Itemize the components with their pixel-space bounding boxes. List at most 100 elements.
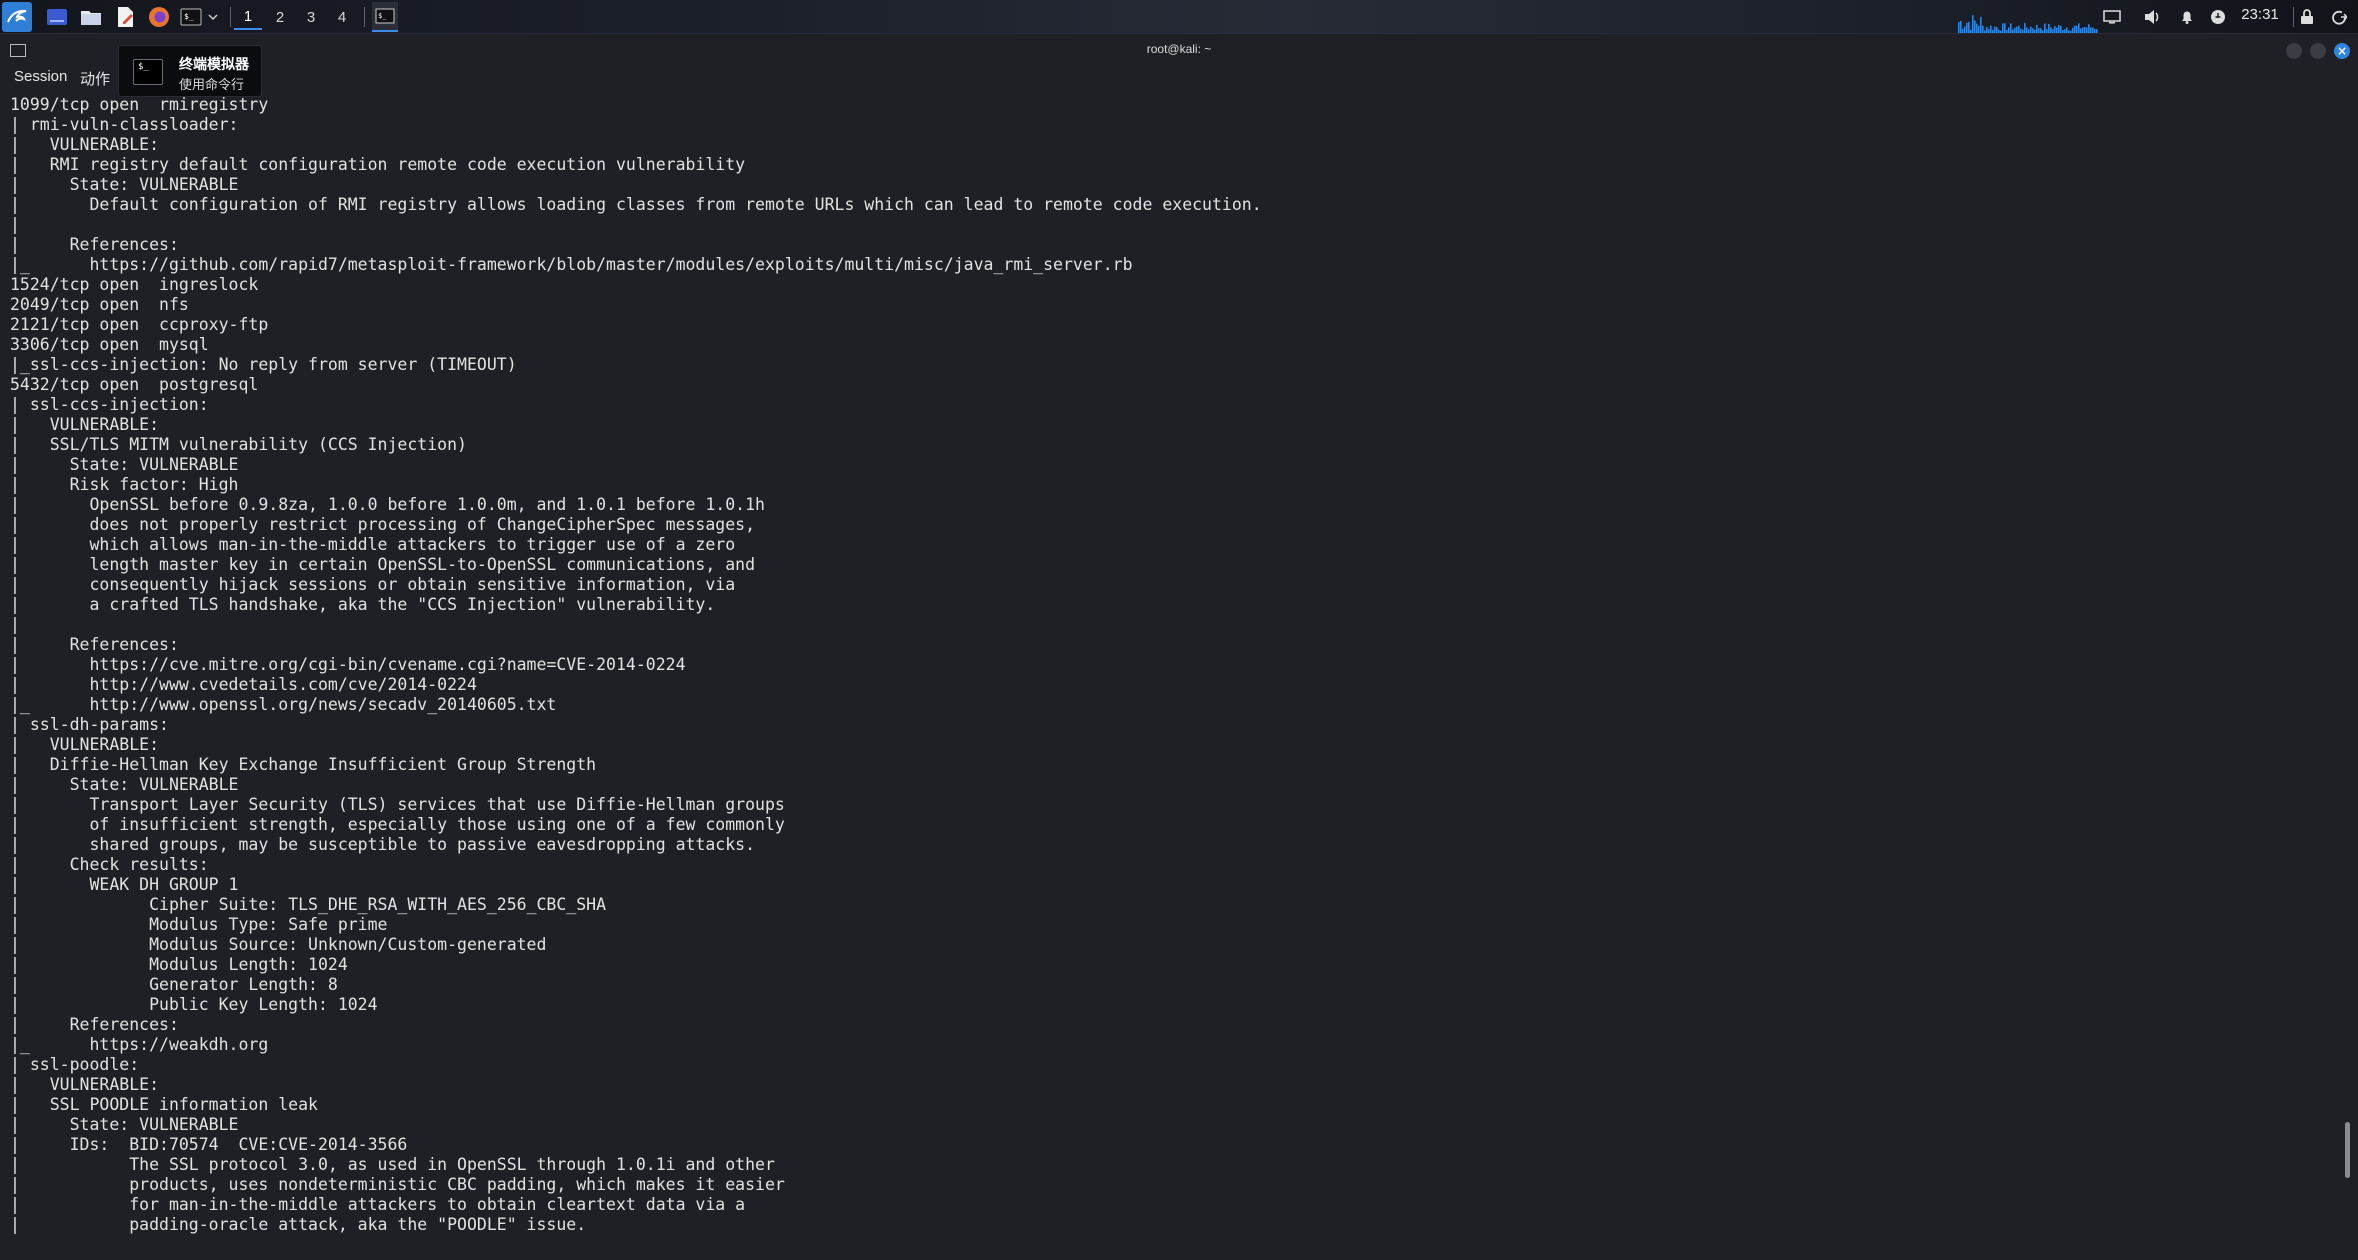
- cpu-graph-bar: [2006, 30, 2008, 33]
- window-terminal-icon[interactable]: [10, 44, 26, 57]
- tooltip-icon-text: $_: [138, 62, 149, 72]
- cpu-graph-bar: [2076, 25, 2078, 33]
- workspace-3[interactable]: 3: [297, 4, 325, 30]
- menu-session[interactable]: Session: [14, 68, 67, 85]
- terminal-line: | VULNERABLE:: [10, 735, 160, 754]
- cpu-graph-bar: [2074, 25, 2076, 33]
- cpu-graph-bar: [2032, 28, 2034, 33]
- file-manager-icon[interactable]: [78, 3, 104, 31]
- terminal-line: | shared groups, may be susceptible to p…: [10, 835, 756, 854]
- cpu-graph-bar: [2008, 27, 2010, 33]
- cpu-graph-bar: [1986, 27, 1988, 33]
- kali-menu-icon[interactable]: [2, 2, 32, 32]
- terminal-scrollbar[interactable]: [2344, 90, 2352, 1260]
- cpu-graph-bar: [1998, 29, 2000, 33]
- cpu-graph-bar: [2094, 28, 2096, 33]
- terminal-line: | SSL/TLS MITM vulnerability (CCS Inject…: [10, 435, 467, 454]
- panel-separator: [364, 7, 365, 27]
- terminal-line: | State: VULNERABLE: [10, 1115, 239, 1134]
- cpu-graph-bar: [2064, 29, 2066, 33]
- terminal-line: |: [10, 215, 20, 234]
- terminal-line: | Risk factor: High: [10, 475, 239, 494]
- cpu-graph-bar: [2082, 27, 2084, 33]
- workspace-4[interactable]: 4: [328, 4, 356, 30]
- minimize-button[interactable]: [2286, 43, 2302, 59]
- terminal-line: | http://www.cvedetails.com/cve/2014-022…: [10, 675, 477, 694]
- terminal-line: |: [10, 615, 20, 634]
- tooltip-title: 终端模拟器: [179, 57, 249, 73]
- cpu-graph-bar: [2066, 27, 2068, 33]
- cpu-graph-bar: [1994, 26, 1996, 33]
- terminal-line: | State: VULNERABLE: [10, 175, 239, 194]
- terminal-output[interactable]: 1099/tcp open rmiregistry | rmi-vuln-clas…: [0, 90, 2340, 1260]
- scrollbar-thumb[interactable]: [2345, 1122, 2350, 1178]
- terminal-line: | Diffie-Hellman Key Exchange Insufficie…: [10, 755, 597, 774]
- panel-separator: [2293, 7, 2294, 27]
- terminal-line: | does not properly restrict processing …: [10, 515, 756, 534]
- close-button[interactable]: ×: [2334, 43, 2350, 59]
- desktop-icon[interactable]: [44, 3, 70, 31]
- terminal-line: | References:: [10, 635, 179, 654]
- terminal-line: | of insufficient strength, especially t…: [10, 815, 785, 834]
- terminal-line: 2049/tcp open nfs: [10, 295, 189, 314]
- cpu-graph-bar: [2086, 27, 2088, 33]
- cpu-graph-bar: [2018, 25, 2020, 33]
- window-title: root@kali: ~: [1146, 42, 1212, 56]
- workspace-2[interactable]: 2: [266, 4, 294, 30]
- cpu-graph-bar: [1990, 25, 1992, 33]
- taskbar-terminal-button[interactable]: $_: [372, 2, 398, 32]
- power-manager-icon[interactable]: [2206, 3, 2230, 31]
- terminal-line: | ssl-dh-params:: [10, 715, 169, 734]
- terminal-line: | which allows man-in-the-middle attacke…: [10, 535, 736, 554]
- cpu-graph-bar: [2034, 29, 2036, 33]
- terminal-line: | Modulus Length: 1024: [10, 955, 348, 974]
- cpu-graph-bar: [2048, 23, 2050, 33]
- volume-icon[interactable]: [2140, 3, 2164, 31]
- terminal-line: | VULNERABLE:: [10, 1075, 160, 1094]
- panel-separator: [230, 7, 231, 27]
- cpu-graph-bar: [2040, 28, 2042, 33]
- logout-icon[interactable]: [2328, 3, 2350, 31]
- cpu-graph-bar: [1960, 20, 1962, 33]
- cpu-graph-bar: [2068, 30, 2070, 33]
- terminal-line: | References:: [10, 235, 179, 254]
- cpu-graph: [1958, 15, 2098, 33]
- cpu-graph-bar: [1978, 25, 1980, 33]
- terminal-line: | padding-oracle attack, aka the "POODLE…: [10, 1215, 587, 1234]
- bell-icon[interactable]: [2175, 3, 2199, 31]
- terminal-line: | OpenSSL before 0.9.8za, 1.0.0 before 1…: [10, 495, 765, 514]
- cpu-graph-bar: [2044, 23, 2046, 33]
- cpu-graph-bar: [2058, 24, 2060, 33]
- window-titlebar[interactable]: root@kali: ~ ×: [0, 38, 2358, 64]
- cpu-graph-bar: [2028, 29, 2030, 33]
- cpu-graph-bar: [1972, 15, 1974, 33]
- cpu-graph-bar: [2022, 29, 2024, 33]
- terminal-line: | Generator Length: 8: [10, 975, 338, 994]
- terminal-line: | State: VULNERABLE: [10, 775, 239, 794]
- menu-actions[interactable]: 动作: [80, 68, 110, 89]
- chevron-down-icon[interactable]: [206, 3, 220, 31]
- text-editor-icon[interactable]: [112, 3, 138, 31]
- maximize-button[interactable]: [2310, 43, 2326, 59]
- terminal-line: | Modulus Type: Safe prime: [10, 915, 388, 934]
- firefox-icon[interactable]: [146, 3, 172, 31]
- terminal-line: | rmi-vuln-classloader:: [10, 115, 239, 134]
- terminal-line: | VULNERABLE:: [10, 135, 160, 154]
- svg-text:$_: $_: [184, 12, 194, 21]
- cpu-graph-bar: [2010, 23, 2012, 33]
- cpu-graph-bar: [1966, 23, 1968, 33]
- terminal-line: | References:: [10, 1015, 179, 1034]
- lock-icon[interactable]: [2296, 3, 2318, 31]
- cpu-graph-bar: [2080, 28, 2082, 33]
- cpu-graph-bar: [2052, 29, 2054, 33]
- terminal-line: | Public Key Length: 1024: [10, 995, 378, 1014]
- cpu-graph-bar: [2062, 29, 2064, 33]
- display-icon[interactable]: [2100, 3, 2124, 31]
- cpu-graph-bar: [1996, 27, 1998, 33]
- workspace-1[interactable]: 1: [234, 4, 262, 30]
- cpu-graph-bar: [2016, 26, 2018, 33]
- terminal-icon[interactable]: $_: [178, 3, 204, 31]
- cpu-graph-bar: [2042, 30, 2044, 33]
- clock[interactable]: 23:31: [2230, 6, 2290, 23]
- terminal-line: | WEAK DH GROUP 1: [10, 875, 239, 894]
